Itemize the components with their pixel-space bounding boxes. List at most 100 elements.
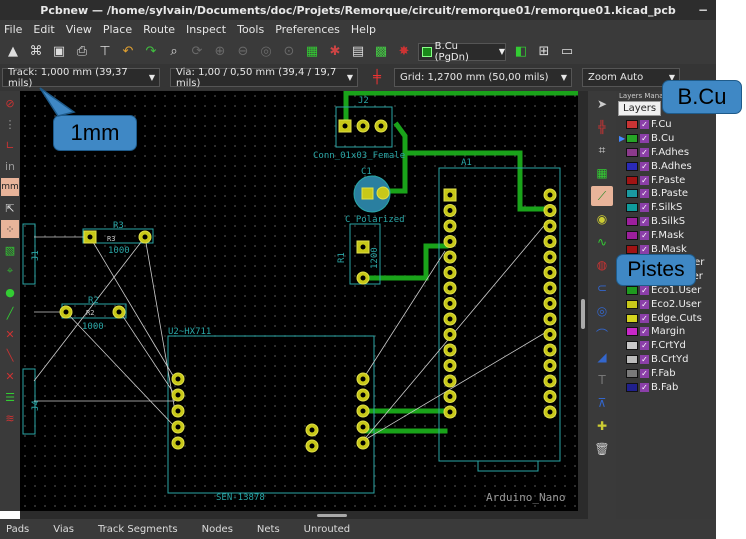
layer-visible-checkbox[interactable]: ✓ bbox=[640, 134, 649, 144]
local-ratsnest-icon[interactable]: ⌗ bbox=[591, 140, 613, 160]
layer-row[interactable]: ✓ B.Adhes bbox=[616, 159, 716, 173]
polar-coords-icon[interactable]: ∟ bbox=[1, 136, 19, 154]
add-dimension-icon[interactable]: ⊼ bbox=[591, 393, 613, 413]
layer-visible-checkbox[interactable]: ✓ bbox=[640, 147, 649, 157]
layer-color-swatch[interactable] bbox=[626, 120, 638, 130]
pads-sketch-icon[interactable]: ⌖ bbox=[1, 262, 19, 280]
grid-select[interactable]: Grid: 1,2700 mm (50,00 mils) ▼ bbox=[394, 68, 572, 87]
scrollbar-thumb[interactable] bbox=[317, 514, 347, 517]
ratsnest-icon[interactable]: ⁘ bbox=[1, 220, 19, 238]
add-target-icon[interactable]: ✚ bbox=[591, 416, 613, 436]
layer-color-swatch[interactable] bbox=[626, 368, 638, 378]
zones-outline-icon[interactable]: ✕ bbox=[1, 367, 19, 385]
layer-color-swatch[interactable] bbox=[626, 244, 638, 254]
layer-row[interactable]: ✓ F.SilkS bbox=[616, 201, 716, 215]
layer-visible-checkbox[interactable]: ✓ bbox=[640, 341, 649, 351]
find-icon[interactable]: ⌕ bbox=[165, 43, 183, 61]
bug-icon[interactable]: ✸ bbox=[395, 43, 413, 61]
high-contrast-icon[interactable]: ✕ bbox=[1, 325, 19, 343]
layer-visible-checkbox[interactable]: ✓ bbox=[640, 120, 649, 130]
layer-visible-checkbox[interactable]: ✓ bbox=[640, 354, 649, 364]
layer-row[interactable]: ✓ Edge.Cuts bbox=[616, 311, 716, 325]
inch-units-icon[interactable]: in bbox=[1, 157, 19, 175]
drc-icon[interactable]: ✱ bbox=[326, 43, 344, 61]
layer-color-swatch[interactable] bbox=[626, 382, 638, 392]
microwave-icon[interactable]: ≋ bbox=[1, 409, 19, 427]
add-text-icon[interactable]: T bbox=[591, 370, 613, 390]
layer-row[interactable]: ✓ F.Fab bbox=[616, 366, 716, 380]
netlist-icon[interactable]: ▦ bbox=[303, 43, 321, 61]
menu-route[interactable]: Route bbox=[143, 23, 175, 36]
zoom-fit-icon[interactable]: ◎ bbox=[257, 43, 275, 61]
console-icon[interactable]: ▭ bbox=[558, 43, 576, 61]
cursor-shape-icon[interactable]: ⇱ bbox=[1, 199, 19, 217]
layer-visible-checkbox[interactable]: ✓ bbox=[640, 299, 649, 309]
layer-visible-checkbox[interactable]: ✓ bbox=[640, 285, 649, 295]
layer-visible-checkbox[interactable]: ✓ bbox=[640, 230, 649, 240]
tune-length-icon[interactable]: ∿ bbox=[591, 232, 613, 252]
menu-tools[interactable]: Tools bbox=[237, 23, 264, 36]
layer-visible-checkbox[interactable]: ✓ bbox=[640, 216, 649, 226]
layer-color-swatch[interactable] bbox=[626, 327, 638, 337]
layer-row[interactable]: ▶ ✓ B.Cu bbox=[616, 132, 716, 146]
layer-visible-checkbox[interactable]: ✓ bbox=[640, 368, 649, 378]
menu-view[interactable]: View bbox=[66, 23, 92, 36]
zoom-in-icon[interactable]: ⊕ bbox=[211, 43, 229, 61]
refresh-icon[interactable]: ⟳ bbox=[188, 43, 206, 61]
add-footprint-icon[interactable]: ▦ bbox=[591, 163, 613, 183]
layer-row[interactable]: ✓ Margin bbox=[616, 325, 716, 339]
pcb-canvas[interactable]: J2 Conn_01x03_Female C1 C_Polarized A1 R… bbox=[20, 91, 578, 511]
delete-icon[interactable]: 🗑 bbox=[591, 439, 613, 459]
layer-row[interactable]: ✓ F.Cu bbox=[616, 118, 716, 132]
menu-edit[interactable]: Edit bbox=[33, 23, 54, 36]
select-tool-icon[interactable]: ➤ bbox=[591, 94, 613, 114]
route-diff-pair-icon[interactable]: ◉ bbox=[591, 209, 613, 229]
tracks-sketch-icon[interactable]: ╱ bbox=[1, 304, 19, 322]
add-zone-icon[interactable]: ⊂ bbox=[591, 278, 613, 298]
layer-color-swatch[interactable] bbox=[626, 134, 638, 144]
footprint-browser-icon[interactable]: ▩ bbox=[372, 43, 390, 61]
add-via-icon[interactable]: ◍ bbox=[591, 255, 613, 275]
zones-icon[interactable]: ╲ bbox=[1, 346, 19, 364]
add-polygon-icon[interactable]: ◢ bbox=[591, 347, 613, 367]
layer-color-swatch[interactable] bbox=[626, 354, 638, 364]
tab-layers[interactable]: Layers bbox=[618, 101, 662, 116]
minimize-button[interactable]: − bbox=[698, 3, 708, 17]
print-icon[interactable]: ⎙ bbox=[73, 43, 91, 61]
plot-icon[interactable]: ⊤ bbox=[96, 43, 114, 61]
footprint-editor-icon[interactable]: ▤ bbox=[349, 43, 367, 61]
layer-color-swatch[interactable] bbox=[626, 203, 638, 213]
save-icon[interactable]: ▣ bbox=[50, 43, 68, 61]
layer-color-swatch[interactable] bbox=[626, 161, 638, 171]
layer-row[interactable]: ✓ F.Mask bbox=[616, 228, 716, 242]
layer-row[interactable]: ✓ B.Fab bbox=[616, 380, 716, 394]
layer-visible-checkbox[interactable]: ✓ bbox=[640, 175, 649, 185]
redo-icon[interactable]: ↷ bbox=[142, 43, 160, 61]
layer-visible-checkbox[interactable]: ✓ bbox=[640, 382, 649, 392]
layer-color-swatch[interactable] bbox=[626, 285, 638, 295]
scripting-icon[interactable]: ⊞ bbox=[535, 43, 553, 61]
route-track-icon[interactable]: ⟋ bbox=[591, 186, 613, 206]
zoom-selection-icon[interactable]: ⊙ bbox=[280, 43, 298, 61]
layer-row[interactable]: ✓ B.CrtYd bbox=[616, 353, 716, 367]
drc-off-icon[interactable]: ⊘ bbox=[1, 94, 19, 112]
zoom-out-icon[interactable]: ⊖ bbox=[234, 43, 252, 61]
layer-color-swatch[interactable] bbox=[626, 313, 638, 323]
via-size-select[interactable]: Via: 1,00 / 0,50 mm (39,4 / 19,7 mils) ▼ bbox=[170, 67, 358, 89]
menu-help[interactable]: Help bbox=[351, 23, 376, 36]
layer-visible-checkbox[interactable]: ✓ bbox=[640, 161, 649, 171]
menu-preferences[interactable]: Preferences bbox=[275, 23, 340, 36]
open-board-icon[interactable]: ⌘ bbox=[27, 43, 45, 61]
layers-manager-icon[interactable]: ☰ bbox=[1, 388, 19, 406]
horizontal-scrollbar[interactable] bbox=[20, 511, 588, 519]
layer-color-swatch[interactable] bbox=[626, 230, 638, 240]
menu-file[interactable]: File bbox=[4, 23, 22, 36]
grid-toggle-icon[interactable]: ⋮ bbox=[1, 115, 19, 133]
layer-row[interactable]: ✓ F.CrtYd bbox=[616, 339, 716, 353]
layer-visible-checkbox[interactable]: ✓ bbox=[640, 203, 649, 213]
layer-color-swatch[interactable] bbox=[626, 299, 638, 309]
auto-track-width-icon[interactable]: ╪ bbox=[368, 69, 386, 87]
add-line-icon[interactable]: ⌒ bbox=[591, 324, 613, 344]
menu-inspect[interactable]: Inspect bbox=[186, 23, 226, 36]
layer-visible-checkbox[interactable]: ✓ bbox=[640, 244, 649, 254]
